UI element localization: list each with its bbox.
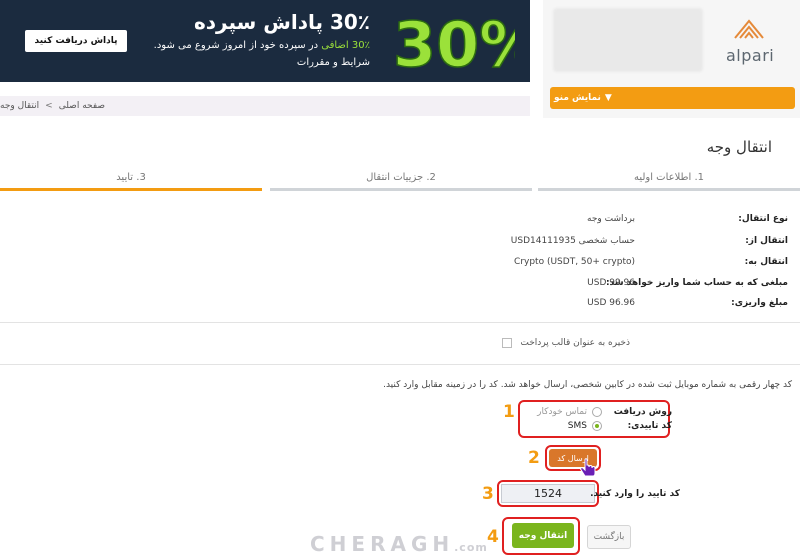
detail-value-from: حساب شخصی USD14111935 — [510, 236, 635, 246]
step-bar-2 — [270, 188, 532, 191]
radio-option-sms[interactable]: SMS — [568, 421, 602, 431]
radio-auto-call[interactable] — [592, 407, 602, 417]
radio-sms[interactable] — [592, 421, 602, 431]
banner-subtitle-highlight: 30٪ اضافی — [321, 40, 370, 51]
banner-terms-link[interactable]: شرایط و مقررات — [297, 57, 370, 68]
chevron-down-icon: ▼ — [604, 93, 612, 103]
detail-value-to: Crypto (USDT, 50+ crypto) — [514, 257, 635, 267]
get-bonus-button[interactable]: پاداش دریافت کنید — [25, 30, 127, 52]
receive-method-label: روش دریافت — [613, 407, 672, 417]
show-menu-label: نمایش منو — [554, 93, 601, 103]
detail-value-deposited: USD 96.96 — [587, 298, 635, 308]
breadcrumb: صفحه اصلی > انتقال وجه — [0, 96, 530, 116]
transfer-funds-button[interactable]: انتقال وجه — [512, 523, 574, 548]
breadcrumb-current: انتقال وجه — [0, 101, 40, 111]
step-bar-active — [0, 188, 262, 191]
banner-subtitle-rest: در سپرده خود از امروز شروع می شود. — [153, 40, 319, 51]
detail-label-to: انتقال به: — [744, 257, 788, 267]
header-logo-card: alpari ▼ نمایش منو — [543, 0, 800, 118]
divider — [0, 364, 800, 365]
annotation-number-2: 2 — [528, 448, 540, 468]
annotation-number-1: 1 — [503, 402, 515, 422]
divider — [0, 322, 800, 323]
detail-label-deposited: مبلغ واریزی: — [731, 298, 788, 308]
back-button[interactable]: بازگشت — [587, 525, 631, 549]
banner-big-percent-text: 30% — [393, 8, 515, 78]
highlight-frame-method — [518, 400, 670, 438]
breadcrumb-home-link[interactable]: صفحه اصلی — [59, 101, 105, 111]
breadcrumb-separator: > — [45, 101, 53, 111]
annotation-number-3: 3 — [482, 484, 494, 504]
hand-cursor-icon — [579, 458, 596, 477]
detail-value-type: برداشت وجه — [587, 214, 635, 224]
banner-subtitle: 30٪ اضافی در سپرده خود از امروز شروع می … — [154, 40, 370, 51]
radio-option-auto-call[interactable]: تماس خودکار — [537, 407, 602, 417]
instruction-text: کد چهار رقمی به شماره موبایل ثبت شده در … — [383, 380, 792, 390]
radio-auto-call-label: تماس خودکار — [537, 407, 587, 417]
step-bar-1 — [538, 188, 800, 191]
save-template-checkbox[interactable] — [502, 338, 513, 348]
watermark: CHERAGH.com — [310, 532, 488, 556]
watermark-suffix: .com — [454, 541, 488, 554]
alpari-logo-text: alpari — [726, 46, 775, 65]
alpari-logo-icon — [734, 19, 764, 39]
annotation-number-4: 4 — [487, 527, 499, 547]
page-title: انتقال وجه — [706, 138, 772, 156]
save-template-label: ذخیره به عنوان قالب پرداخت — [520, 338, 630, 348]
save-template-row[interactable]: ذخیره به عنوان قالب پرداخت — [502, 338, 630, 348]
detail-value-credited: USD 99.96 — [587, 278, 635, 288]
blurred-area — [553, 8, 703, 72]
confirm-code-input[interactable] — [501, 484, 595, 503]
show-menu-button[interactable]: ▼ نمایش منو — [550, 87, 795, 109]
banner-big-percent: 30% — [392, 7, 515, 78]
watermark-main: CHERAGH — [310, 532, 455, 556]
promo-banner[interactable]: پاداش دریافت کنید 30٪ پاداش سپرده 30٪ اض… — [0, 0, 530, 82]
confirm-code-label: کد تاییدی: — [627, 421, 672, 431]
radio-sms-label: SMS — [567, 421, 587, 431]
detail-label-type: نوع انتقال: — [738, 214, 788, 224]
banner-title: 30٪ پاداش سپرده — [193, 10, 370, 34]
detail-label-from: انتقال از: — [745, 236, 788, 246]
confirm-code-input-label: کد تایید را وارد کنید. — [590, 489, 680, 499]
